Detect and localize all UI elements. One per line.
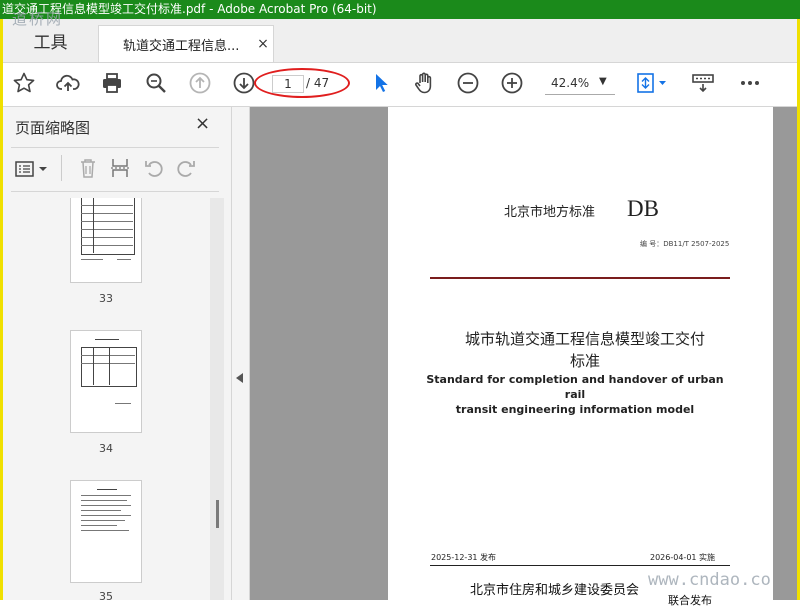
tab-bar: 工具 轨道交通工程信息... ×	[3, 19, 797, 63]
star-icon[interactable]	[11, 70, 37, 96]
zoom-select[interactable]: 42.4% ▼	[545, 74, 615, 95]
thumbnail-scroll-thumb[interactable]	[216, 500, 219, 528]
tab-close-icon[interactable]: ×	[253, 36, 273, 52]
thumbnail-page-label: 35	[99, 590, 113, 600]
thumbnail-page[interactable]	[70, 330, 142, 433]
doc-title-cn-line1: 城市轨道交通工程信息模型竣工交付	[464, 330, 705, 348]
zoom-in-icon[interactable]	[499, 70, 525, 96]
thumbnail-scrollbar[interactable]	[210, 198, 224, 600]
tools-divider	[61, 155, 62, 181]
extract-page-icon[interactable]	[109, 157, 131, 179]
tab-document[interactable]: 轨道交通工程信息... ×	[98, 25, 274, 62]
delete-page-icon[interactable]	[77, 157, 99, 179]
panel-collapse-handle[interactable]	[232, 107, 250, 600]
doc-standard-code: 编 号：DB11/T 2507-2025	[640, 240, 730, 248]
doc-divider	[430, 277, 730, 279]
doc-title-en-line2: transit engineering information model	[455, 403, 695, 416]
thumbnail-page-label: 33	[99, 292, 113, 305]
page-up-icon[interactable]	[187, 70, 213, 96]
doc-publish-date: 2025-12-31 发布	[431, 553, 497, 562]
panel-divider	[11, 147, 219, 148]
fit-page-icon[interactable]	[634, 70, 670, 96]
doc-title-en: Standard for completion and handover of …	[425, 372, 725, 417]
panel-title: 页面缩略图	[15, 119, 91, 137]
thumbnail-page-label: 34	[99, 442, 113, 455]
doc-issuer: 北京市地方标准	[504, 205, 596, 220]
watermark-top: 道桥网	[12, 10, 64, 28]
rotate-right-icon[interactable]	[175, 157, 197, 179]
search-icon[interactable]	[143, 70, 169, 96]
doc-implement-date: 2026-04-01 实施	[650, 553, 716, 562]
pointer-icon[interactable]	[368, 70, 394, 96]
zoom-value: 42.4%	[551, 76, 590, 90]
more-icon[interactable]	[737, 70, 763, 96]
rotate-left-icon[interactable]	[143, 157, 165, 179]
tab-document-label: 轨道交通工程信息...	[123, 38, 240, 54]
thumbnail-page[interactable]	[70, 198, 142, 283]
zoom-dropdown-icon: ▼	[599, 76, 607, 87]
hand-icon[interactable]	[411, 70, 437, 96]
doc-title-en-line1: Standard for completion and handover of …	[426, 373, 724, 401]
upload-icon[interactable]	[55, 70, 81, 96]
thumbnail-page[interactable]	[70, 480, 142, 583]
doc-title-cn-line2: 标准	[569, 352, 600, 370]
thumbnail-list: 33 34 35	[3, 198, 231, 600]
tab-tools-label: 工具	[33, 33, 68, 53]
doc-footer-divider	[430, 565, 730, 566]
thumbnail-options-icon[interactable]	[15, 159, 51, 179]
doc-authority: 北京市住房和城乡建设委员会	[470, 583, 640, 598]
title-bar: 道交通工程信息模型竣工交付标准.pdf - Adobe Acrobat Pro …	[0, 0, 800, 19]
zoom-out-icon[interactable]	[455, 70, 481, 96]
doc-standard-mark: DB	[627, 196, 659, 221]
keyboard-icon[interactable]	[690, 70, 716, 96]
print-icon[interactable]	[99, 70, 125, 96]
annotation-circle	[254, 68, 350, 98]
doc-title-cn: 城市轨道交通工程信息模型竣工交付 标准	[435, 328, 735, 372]
watermark-bottom: www.cndao.co	[648, 570, 771, 590]
panel-divider	[11, 191, 219, 192]
collapse-arrow-icon	[236, 373, 243, 383]
thumbnail-tools	[11, 153, 221, 185]
panel-close-icon[interactable]: ×	[195, 113, 210, 134]
doc-authority-suffix: 联合发布	[668, 594, 712, 607]
